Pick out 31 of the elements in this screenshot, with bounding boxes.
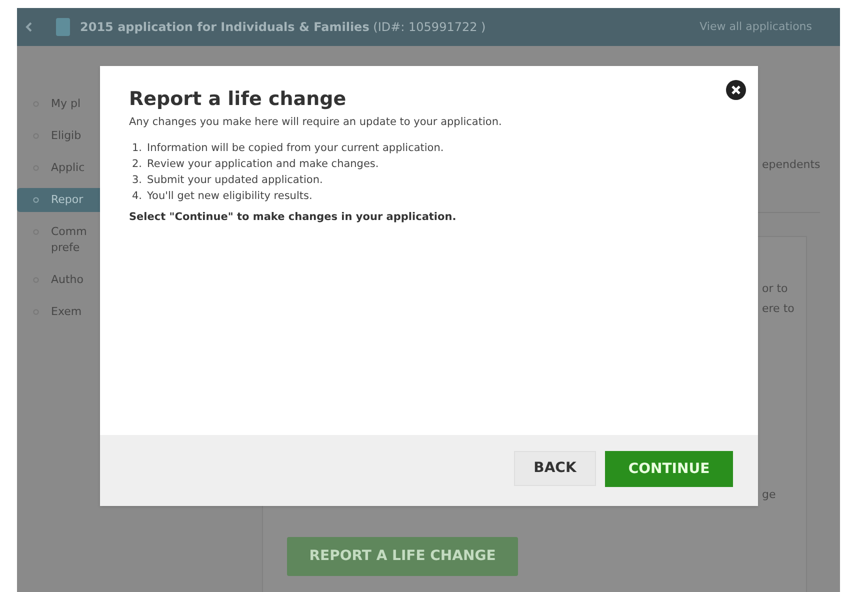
step-text: Information will be copied from your current application. <box>147 140 444 156</box>
bullet-icon <box>33 197 39 203</box>
step-text: You'll get new eligibility results. <box>147 188 312 204</box>
sidebar-item[interactable]: Eligib <box>27 124 100 148</box>
sidebar-item[interactable]: Repor <box>17 188 100 212</box>
step-number: 2. <box>132 156 142 172</box>
sidebar-item[interactable]: Exem <box>27 300 100 324</box>
modal-instruction-text: Select "Continue" to make changes in your application. <box>129 210 458 225</box>
document-icon <box>56 18 70 36</box>
back-chevron-icon[interactable] <box>25 22 32 32</box>
sidebar-item[interactable]: Autho <box>27 268 100 292</box>
step-text: Review your application and make changes. <box>147 156 379 172</box>
view-all-applications-link[interactable]: View all applications <box>700 18 812 36</box>
modal-intro-text: Any changes you make here will require an update to your application. <box>129 115 503 130</box>
step-text: Submit your updated application. <box>147 172 323 188</box>
back-button[interactable]: BACK <box>514 451 596 486</box>
modal-title: Report a life change <box>129 87 346 112</box>
sidebar-item[interactable]: Comm prefe <box>27 220 100 260</box>
report-life-change-button[interactable]: REPORT A LIFE CHANGE <box>287 537 518 576</box>
sidebar-item[interactable]: My pl <box>27 92 100 116</box>
card-text: ere to <box>762 301 794 317</box>
tab-label[interactable]: ependents <box>762 157 820 174</box>
sidebar-item[interactable]: Applic <box>27 156 100 180</box>
step-number: 3. <box>132 172 142 188</box>
card-text: ge <box>762 487 776 503</box>
continue-button[interactable]: CONTINUE <box>605 451 733 487</box>
close-icon[interactable] <box>726 80 746 100</box>
card-text: or to <box>762 281 789 297</box>
step-number: 4. <box>132 188 142 204</box>
application-title: 2015 application for Individuals & Families (ID#: 105991722 ) <box>80 19 486 36</box>
step-number: 1. <box>132 140 142 156</box>
